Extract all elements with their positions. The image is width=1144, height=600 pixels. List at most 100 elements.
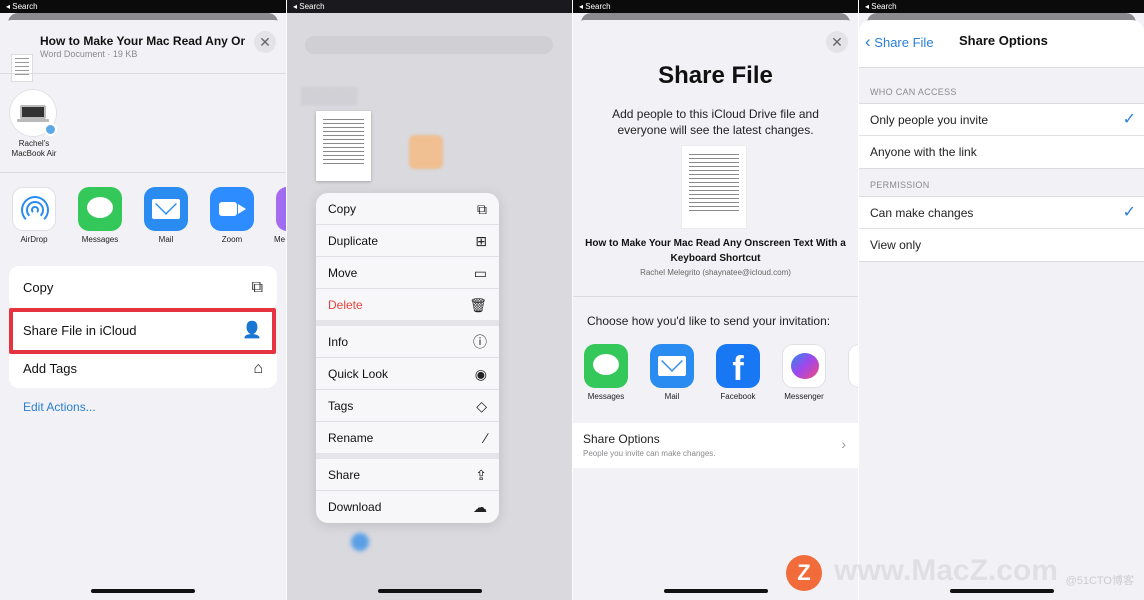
share-icon: ⇪ bbox=[475, 467, 487, 483]
menu-item-duplicate[interactable]: Duplicate ⊞ bbox=[316, 225, 499, 257]
option-view-only[interactable]: View only bbox=[859, 229, 1144, 261]
action-label: Copy bbox=[23, 280, 54, 295]
watermark: Z www.MacZ.com @51CTO博客 bbox=[786, 552, 1144, 594]
pencil-icon: ∕ bbox=[484, 430, 487, 446]
airdrop-badge-icon bbox=[44, 123, 57, 136]
facebook-icon: f bbox=[716, 344, 760, 388]
action-label: Share File in iCloud bbox=[23, 323, 137, 338]
share-file-title: Share File bbox=[658, 62, 773, 89]
menu-item-label: Rename bbox=[328, 431, 374, 445]
nav-title: Share Options bbox=[959, 33, 1048, 48]
option-label: View only bbox=[870, 238, 922, 252]
action-share-file-in-icloud[interactable]: Share File in iCloud 👤 bbox=[9, 308, 276, 354]
blurred-search-bar bbox=[305, 36, 553, 54]
status-bar[interactable]: ◂ Search bbox=[287, 0, 572, 13]
document-preview bbox=[682, 146, 746, 228]
app-mail[interactable]: Mail bbox=[139, 187, 193, 244]
word-document-icon bbox=[11, 54, 33, 82]
option-can-make-changes[interactable]: Can make changes ✓ bbox=[859, 197, 1144, 229]
close-icon[interactable]: ✕ bbox=[826, 31, 848, 53]
app-label: AirDrop bbox=[20, 235, 48, 244]
status-bar[interactable]: ◂ Search bbox=[573, 0, 858, 13]
info-icon: ⓘ bbox=[473, 334, 487, 350]
status-bar[interactable]: ◂ Search bbox=[0, 0, 286, 13]
share-file-panel: ◂ Search ✕ Share File Add people to this… bbox=[573, 0, 858, 600]
menu-item-label: Move bbox=[328, 266, 358, 280]
app-airdrop[interactable]: AirDrop bbox=[7, 187, 61, 244]
divider bbox=[0, 172, 286, 173]
mail-icon bbox=[144, 187, 188, 231]
blurred-header: ▒▒▒▒▒ bbox=[301, 88, 358, 105]
share-file-description: Add people to this iCloud Drive file and… bbox=[612, 107, 819, 137]
menu-item-info[interactable]: Info ⓘ bbox=[316, 326, 499, 358]
messenger-icon bbox=[782, 344, 826, 388]
invite-app-more[interactable] bbox=[843, 344, 858, 388]
navigation-bar: ‹ Share File Share Options bbox=[859, 20, 1144, 68]
watermark-text: www.MacZ.com bbox=[834, 554, 1058, 587]
edit-actions-link[interactable]: Edit Actions... bbox=[23, 400, 96, 414]
menu-item-move[interactable]: Move ▭ bbox=[316, 257, 499, 289]
home-indicator bbox=[663, 589, 768, 593]
app-label: Me bbox=[274, 235, 286, 244]
zoom-icon bbox=[210, 187, 254, 231]
section-header-permission: PERMISSION bbox=[870, 180, 930, 190]
document-owner: Rachel Melegrito (shaynatee@icloud.com) bbox=[640, 268, 791, 277]
status-bar[interactable]: ◂ Search bbox=[859, 0, 1144, 13]
document-thumbnail[interactable] bbox=[316, 111, 371, 181]
invite-app-mail[interactable]: Mail bbox=[645, 344, 699, 401]
share-options-title: Share Options bbox=[583, 432, 660, 446]
share-sheet-panel: ◂ Search How to Make Your Mac Read Any O… bbox=[0, 0, 286, 600]
menu-item-label: Delete bbox=[328, 298, 363, 312]
app-zoom[interactable]: Zoom bbox=[205, 187, 259, 244]
menu-item-label: Share bbox=[328, 468, 361, 482]
document-title: How to Make Your Mac Read Any On... bbox=[40, 34, 245, 48]
invite-app-facebook[interactable]: f Facebook bbox=[711, 344, 765, 401]
share-options-row[interactable]: Share Options People you invite can make… bbox=[573, 423, 858, 468]
app-messages[interactable]: Messages bbox=[73, 187, 127, 244]
menu-item-delete[interactable]: Delete 🗑 bbox=[316, 289, 499, 326]
invite-app-messenger[interactable]: Messenger bbox=[777, 344, 831, 401]
who-can-access-list: Only people you invite ✓ Anyone with the … bbox=[859, 103, 1144, 169]
copy-icon: ⧉ bbox=[477, 201, 487, 217]
checkmark-icon: ✓ bbox=[1122, 204, 1136, 221]
action-copy[interactable]: Copy ⧉ bbox=[9, 266, 277, 310]
option-anyone-with-the-link[interactable]: Anyone with the link bbox=[859, 136, 1144, 168]
menu-item-share[interactable]: Share ⇪ bbox=[316, 459, 499, 491]
invitation-prompt: Choose how you'd like to send your invit… bbox=[587, 314, 831, 328]
action-add-tags[interactable]: Add Tags ⌂ bbox=[9, 354, 277, 388]
action-label: Add Tags bbox=[23, 361, 77, 376]
laptop-base bbox=[17, 119, 49, 122]
trash-icon: 🗑 bbox=[469, 297, 487, 313]
menu-item-tags[interactable]: Tags ◇ bbox=[316, 390, 499, 422]
macz-logo-icon: Z bbox=[786, 555, 822, 591]
more-app-icon bbox=[276, 187, 286, 231]
screenshot-collage: ◂ Search How to Make Your Mac Read Any O… bbox=[0, 0, 1144, 600]
watermark-small-text: @51CTO博客 bbox=[1065, 575, 1134, 587]
menu-item-rename[interactable]: Rename ∕ bbox=[316, 422, 499, 459]
airdrop-person-avatar[interactable] bbox=[10, 90, 57, 136]
app-label: Messages bbox=[81, 235, 119, 244]
option-only-people-you-invite[interactable]: Only people you invite ✓ bbox=[859, 104, 1144, 136]
chevron-left-icon: ‹ bbox=[865, 32, 871, 51]
section-header-who: WHO CAN ACCESS bbox=[870, 87, 957, 97]
menu-item-label: Quick Look bbox=[328, 367, 389, 381]
menu-item-download[interactable]: Download ☁ bbox=[316, 491, 499, 523]
menu-item-copy[interactable]: Copy ⧉ bbox=[316, 193, 499, 225]
menu-item-quick-look[interactable]: Quick Look ◉ bbox=[316, 358, 499, 390]
mail-icon bbox=[650, 344, 694, 388]
share-options-panel: ◂ Search ‹ Share File Share Options WHO … bbox=[859, 0, 1144, 600]
context-menu: Copy ⧉ Duplicate ⊞ Move ▭ Delete 🗑 Info ⓘ Qui… bbox=[316, 193, 499, 523]
invite-app-messages[interactable]: Messages bbox=[579, 344, 633, 401]
files-context-menu-panel: ◂ Search ▒▒▒▒▒ Copy ⧉ Duplicate ⊞ Move ▭ De… bbox=[287, 0, 572, 600]
menu-item-label: Tags bbox=[328, 399, 354, 413]
option-label: Can make changes bbox=[870, 206, 974, 220]
home-indicator bbox=[377, 589, 482, 593]
blurred-folder-icon bbox=[409, 135, 443, 169]
close-icon[interactable]: ✕ bbox=[254, 31, 276, 53]
tag-icon: ◇ bbox=[476, 398, 487, 414]
folder-icon: ▭ bbox=[473, 265, 487, 281]
back-button[interactable]: ‹ Share File bbox=[865, 32, 934, 52]
app-more[interactable]: Me bbox=[271, 187, 286, 244]
slack-icon bbox=[848, 344, 858, 388]
person-share-icon: 👤 bbox=[242, 322, 262, 339]
